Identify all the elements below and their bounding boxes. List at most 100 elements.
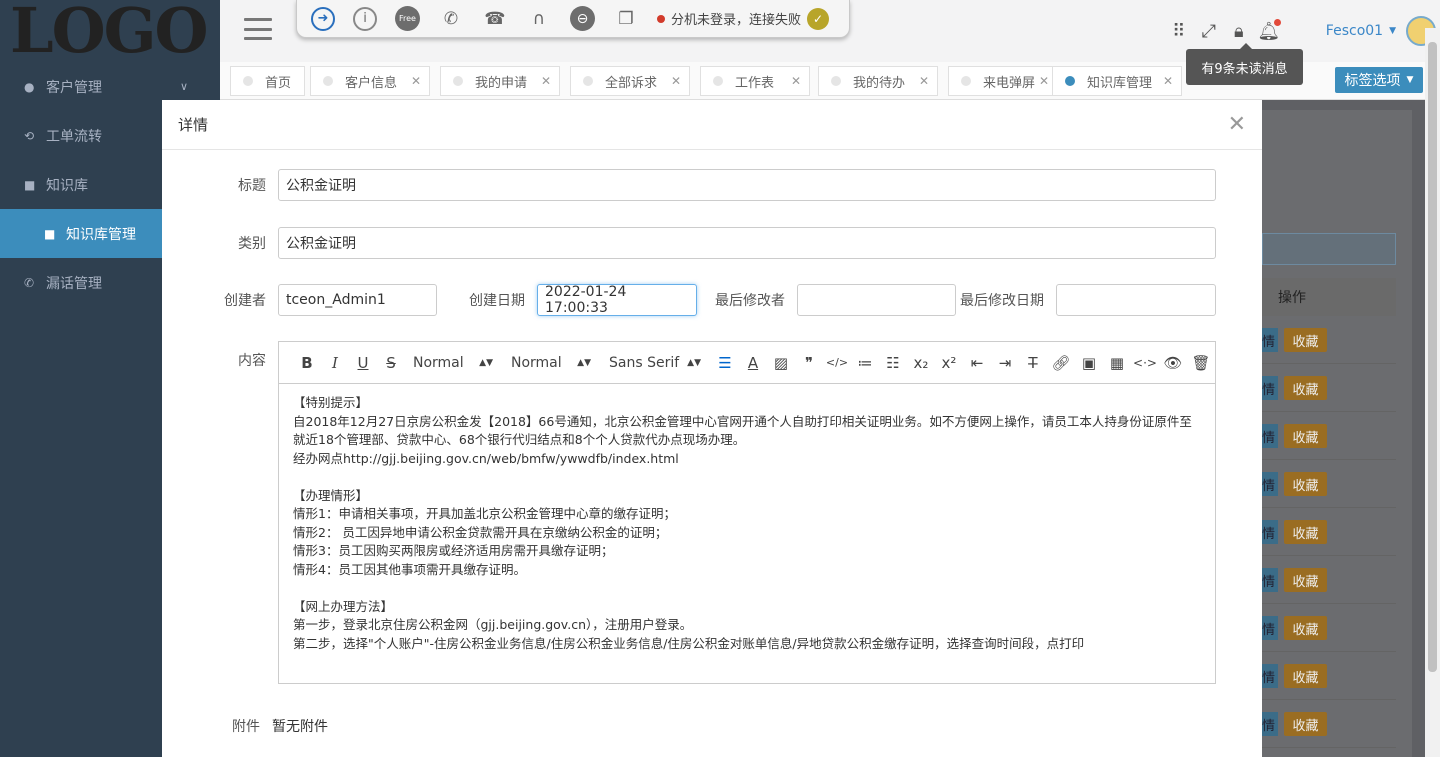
detail-button[interactable]: 情 xyxy=(1262,712,1278,736)
preview-icon[interactable]: 👁︎ xyxy=(1159,354,1187,372)
blockquote-icon[interactable]: ❞ xyxy=(795,354,823,372)
bell-icon[interactable]: 🔔︎ xyxy=(1254,18,1284,42)
free-icon[interactable]: Free xyxy=(395,6,420,31)
detail-button[interactable]: 情 xyxy=(1262,616,1278,640)
tab-label: 首页 xyxy=(265,75,292,91)
info-icon[interactable]: i xyxy=(353,6,377,31)
bold-button[interactable]: B xyxy=(293,354,321,372)
tab-my-todo[interactable]: 我的待办 ✕ xyxy=(818,66,938,96)
collect-button[interactable]: 收藏 xyxy=(1284,424,1327,448)
editor-line: 情形4：员工因其他事项需开具缴存证明。 xyxy=(293,561,526,577)
tab-worksheet[interactable]: 工作表 ✕ xyxy=(700,66,810,96)
lock-icon[interactable]: 🔒︎ xyxy=(1224,21,1254,42)
close-icon[interactable]: ✕ xyxy=(791,74,801,88)
code-icon[interactable]: </> xyxy=(823,356,851,369)
create-date-field[interactable]: 2022-01-24 17:00:33 xyxy=(537,284,697,316)
modify-date-label: 最后修改日期 xyxy=(960,293,1044,309)
video-icon[interactable]: ▣ xyxy=(1075,354,1103,372)
collect-button[interactable]: 收藏 xyxy=(1284,376,1327,400)
close-icon[interactable]: ✕ xyxy=(1039,74,1049,88)
tab-customer-info[interactable]: 客户信息 ✕ xyxy=(310,66,430,96)
status-text: 分机未登录，连接失败 xyxy=(671,13,802,28)
close-icon[interactable]: ✕ xyxy=(1228,112,1246,137)
tab-incoming-call[interactable]: 来电弹屏 ✕ xyxy=(948,66,1058,96)
fullscreen-icon[interactable]: ⤢ xyxy=(1194,21,1224,42)
detail-button[interactable]: 情 xyxy=(1262,520,1278,544)
modify-date-field[interactable] xyxy=(1056,284,1216,316)
subscript-icon[interactable]: x₂ xyxy=(907,354,935,372)
collect-button[interactable]: 收藏 xyxy=(1284,616,1327,640)
size-select[interactable]: Normal ▲▼ xyxy=(503,355,601,371)
hangup-icon[interactable]: ☎ xyxy=(482,6,508,32)
menu-toggle-icon[interactable] xyxy=(244,18,272,40)
tab-label: 来电弹屏 xyxy=(983,75,1036,91)
close-icon[interactable]: ✕ xyxy=(671,74,681,88)
detail-button[interactable]: 情 xyxy=(1262,328,1278,352)
collect-button[interactable]: 收藏 xyxy=(1284,328,1327,352)
user-menu[interactable]: Fesco01 ▼ xyxy=(1326,23,1396,39)
collect-button[interactable]: 收藏 xyxy=(1284,712,1327,736)
scrollbar-thumb[interactable] xyxy=(1428,42,1437,672)
delete-icon[interactable]: 🗑︎ xyxy=(1187,354,1215,372)
collect-button[interactable]: 收藏 xyxy=(1284,520,1327,544)
tab-dot xyxy=(713,76,723,86)
title-row: 标题 公积金证明 xyxy=(162,169,1216,201)
table-row: 情收藏 xyxy=(1262,556,1396,604)
creator-field[interactable]: tceon_Admin1 xyxy=(278,284,437,316)
ordered-list-icon[interactable]: ≔ xyxy=(851,354,879,372)
title-label: 标题 xyxy=(238,178,266,194)
bullet-list-icon[interactable]: ☷ xyxy=(879,354,907,372)
headset-icon[interactable]: ∩ xyxy=(526,6,552,32)
underline-button[interactable]: U xyxy=(349,354,377,372)
caret-down-icon: ▼ xyxy=(1389,26,1396,36)
clear-format-icon[interactable]: T̶ xyxy=(1019,354,1047,372)
tag-options-button[interactable]: 标签选项 ▼ xyxy=(1335,67,1423,93)
detail-button[interactable]: 情 xyxy=(1262,568,1278,592)
category-label: 类别 xyxy=(238,236,266,252)
align-icon[interactable]: ☰ xyxy=(711,354,739,372)
image-icon[interactable]: ▦ xyxy=(1103,354,1131,372)
font-select[interactable]: Sans Serif ▲▼ xyxy=(601,355,711,371)
source-code-icon[interactable]: <·> xyxy=(1131,356,1159,370)
close-icon[interactable]: ✕ xyxy=(1163,74,1173,88)
grid-icon[interactable]: ⠿ xyxy=(1164,21,1194,42)
tab-home[interactable]: 首页 xyxy=(230,66,305,96)
collect-button[interactable]: 收藏 xyxy=(1284,568,1327,592)
tab-my-requests[interactable]: 我的申请 ✕ xyxy=(440,66,560,96)
editor-line: 第二步，选择"个人账户"-住房公积金业务信息/住房公积金业务信息/住房公积金对账… xyxy=(293,635,1085,651)
italic-button[interactable]: I xyxy=(321,354,349,372)
detail-button[interactable]: 情 xyxy=(1262,376,1278,400)
close-icon[interactable]: ✕ xyxy=(411,74,421,88)
indent-icon[interactable]: ⇥ xyxy=(991,354,1019,372)
close-icon[interactable]: ✕ xyxy=(541,74,551,88)
sidebar-item-label: 知识库 xyxy=(46,177,88,194)
close-icon[interactable]: ✕ xyxy=(919,74,929,88)
detail-button[interactable]: 情 xyxy=(1262,424,1278,448)
detail-button[interactable]: 情 xyxy=(1262,664,1278,688)
modifier-field[interactable] xyxy=(797,284,956,316)
header-select[interactable]: Normal ▲▼ xyxy=(405,355,503,371)
table-header-actions: 操作 xyxy=(1262,278,1396,316)
collect-button[interactable]: 收藏 xyxy=(1284,472,1327,496)
tab-all-requests[interactable]: 全部诉求 ✕ xyxy=(570,66,690,96)
link-icon[interactable]: 🔗︎ xyxy=(1047,354,1075,372)
phone-icon[interactable]: ✆ xyxy=(438,6,464,32)
background-color-icon[interactable]: ▨ xyxy=(767,354,795,372)
end-call-icon[interactable]: ⊖ xyxy=(570,6,595,31)
outdent-icon[interactable]: ⇤ xyxy=(963,354,991,372)
detail-button[interactable]: 情 xyxy=(1262,472,1278,496)
check-icon[interactable]: ✓ xyxy=(807,7,830,30)
collect-button[interactable]: 收藏 xyxy=(1284,664,1327,688)
tab-knowledge-manage[interactable]: 知识库管理 ✕ xyxy=(1052,66,1182,96)
login-icon[interactable]: ➜ xyxy=(311,6,335,31)
page-scrollbar[interactable] xyxy=(1425,28,1440,757)
editor-content[interactable]: 【特别提示】 自2018年12月27日京房公积金发【2018】66号通知，北京公积… xyxy=(279,384,1215,663)
copy-icon[interactable]: ❐ xyxy=(613,6,639,32)
category-field[interactable]: 公积金证明 xyxy=(278,227,1216,259)
superscript-icon[interactable]: x² xyxy=(935,354,963,372)
background-search-area xyxy=(1262,233,1396,265)
editor-line: 经办网点http://gjj.beijing.gov.cn/web/bmfw/y… xyxy=(293,450,679,466)
title-field[interactable]: 公积金证明 xyxy=(278,169,1216,201)
text-color-icon[interactable]: A xyxy=(739,354,767,372)
strike-button[interactable]: S xyxy=(377,354,405,372)
